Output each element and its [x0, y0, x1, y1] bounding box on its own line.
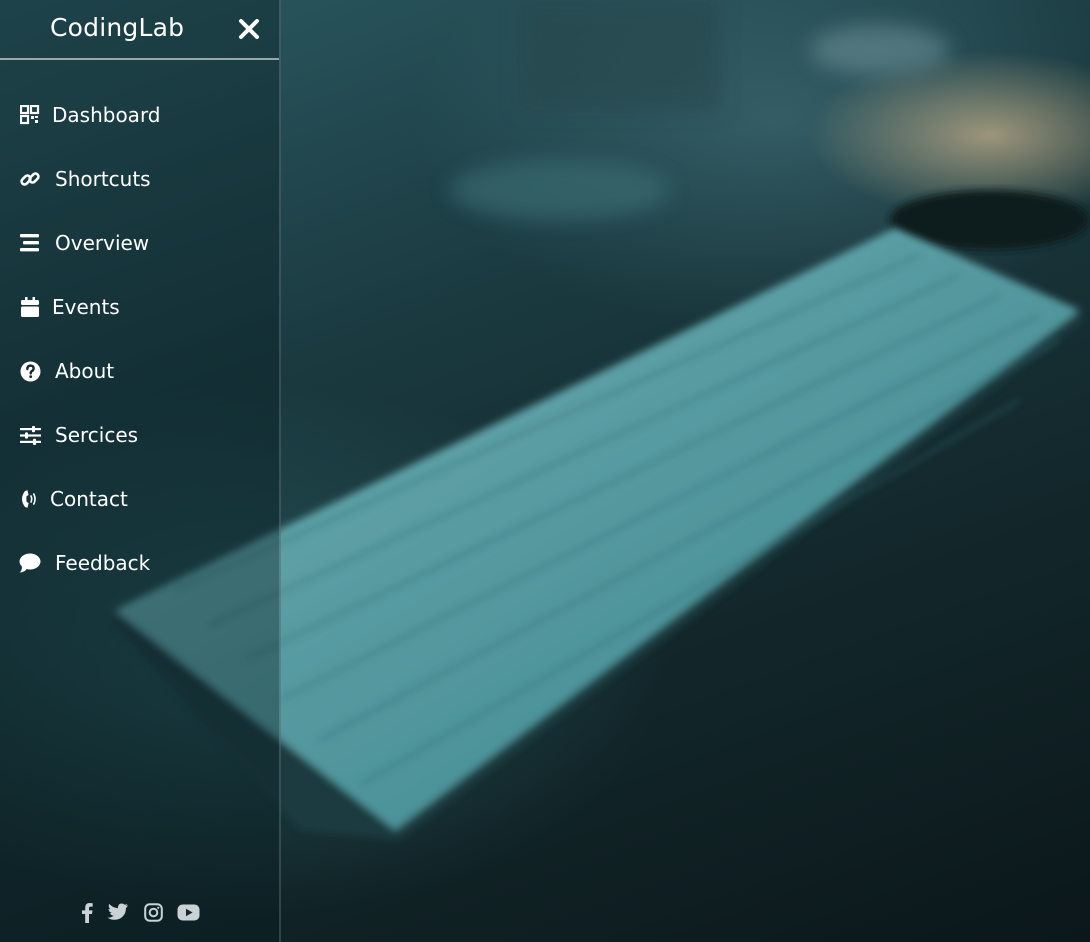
facebook-icon[interactable] — [75, 900, 99, 924]
logo[interactable]: CodingLab — [50, 13, 184, 42]
sidebar-item-events[interactable]: Events — [0, 279, 279, 335]
sidebar-item-label: Shortcuts — [55, 167, 151, 191]
social-links — [0, 897, 279, 927]
sidebar-header: CodingLab — [0, 0, 279, 60]
sidebar-item-shortcuts[interactable]: Shortcuts — [0, 151, 279, 207]
sidebar-item-sercices[interactable]: Sercices — [0, 407, 279, 463]
twitter-icon[interactable] — [106, 900, 130, 924]
comment-icon — [19, 552, 41, 574]
sidebar-item-overview[interactable]: Overview — [0, 215, 279, 271]
phone-volume-icon — [19, 488, 41, 510]
youtube-icon[interactable] — [176, 900, 200, 924]
sidebar-item-contact[interactable]: Contact — [0, 471, 279, 527]
link-icon — [19, 168, 41, 190]
calendar-icon — [19, 296, 41, 318]
sidebar-item-label: Sercices — [55, 423, 139, 447]
question-circle-icon — [19, 360, 41, 382]
sidebar-item-label: Dashboard — [52, 103, 161, 127]
sidebar-item-about[interactable]: About — [0, 343, 279, 399]
sliders-icon — [19, 424, 41, 446]
sidebar-item-dashboard[interactable]: Dashboard — [0, 87, 279, 143]
instagram-icon[interactable] — [141, 900, 165, 924]
sidebar-item-label: Events — [52, 295, 120, 319]
sidebar-item-label: About — [55, 359, 115, 383]
sidebar: CodingLab Dashboard Shortcuts Overview E… — [0, 0, 281, 942]
sidebar-item-label: Contact — [50, 487, 128, 511]
close-icon[interactable] — [236, 16, 262, 42]
sidebar-item-label: Overview — [55, 231, 150, 255]
stream-lines-icon — [19, 232, 41, 254]
sidebar-item-label: Feedback — [55, 551, 151, 575]
sidebar-item-feedback[interactable]: Feedback — [0, 535, 279, 591]
dashboard-grid-icon — [19, 104, 41, 126]
